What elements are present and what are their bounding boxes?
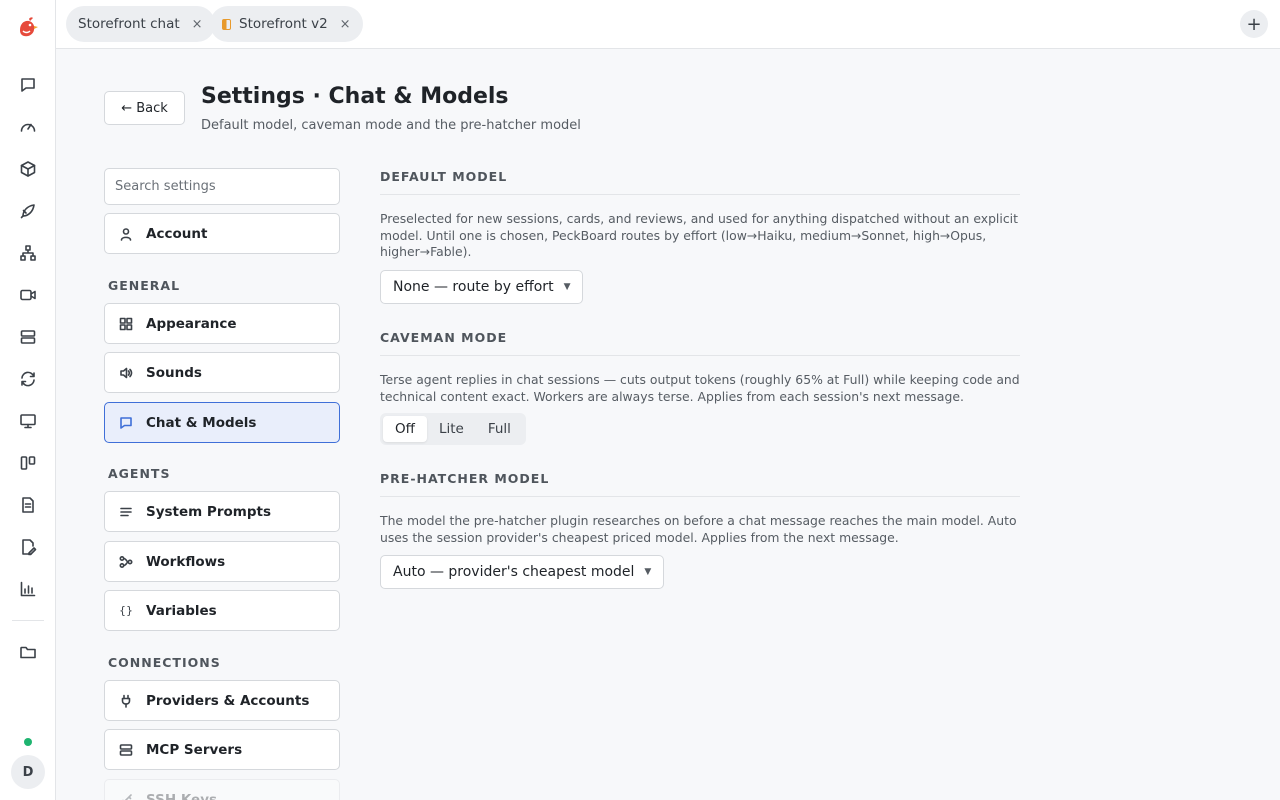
close-icon[interactable]: × — [192, 17, 203, 32]
server-icon — [119, 743, 133, 757]
nav-item-system-prompts[interactable]: System Prompts — [104, 491, 340, 532]
workflow-icon — [119, 555, 133, 569]
section-heading: DEFAULT MODEL — [380, 169, 1020, 195]
section-heading: PRE-HATCHER MODEL — [380, 471, 1020, 497]
tab-label: Storefront v2 — [239, 16, 328, 32]
section-description: The model the pre-hatcher plugin researc… — [380, 513, 1017, 545]
video-icon[interactable] — [14, 281, 42, 309]
app-logo-icon[interactable] — [14, 14, 42, 42]
online-status-indicator — [24, 738, 32, 746]
avatar[interactable]: D — [11, 755, 45, 789]
chat-bubble-icon — [119, 416, 133, 430]
icon-rail: D — [0, 0, 56, 800]
nav-item-variables[interactable]: {} Variables — [104, 590, 340, 631]
nav-item-label: Chat & Models — [146, 414, 257, 431]
tab-bar: Storefront chat × Storefront v2 × + — [56, 0, 1280, 49]
sync-icon[interactable] — [14, 365, 42, 393]
nav-section-general: GENERAL — [108, 278, 181, 293]
nav-section-connections: CONNECTIONS — [108, 655, 221, 670]
section-heading: CAVEMAN MODE — [380, 330, 1020, 356]
plug-icon — [119, 694, 133, 708]
pre-hatcher-model-select[interactable]: Auto — provider's cheapest model ▼ — [380, 555, 665, 589]
chat-icon[interactable] — [14, 71, 42, 99]
nav-item-label: MCP Servers — [146, 741, 243, 758]
nav-item-mcp-servers[interactable]: MCP Servers — [104, 729, 340, 770]
nav-item-label: Appearance — [146, 315, 237, 332]
nav-item-workflows[interactable]: Workflows — [104, 541, 340, 582]
caveman-option-off[interactable]: Off — [383, 416, 427, 442]
close-icon[interactable]: × — [340, 17, 351, 32]
pre-hatcher-section: PRE-HATCHER MODEL The model the pre-hatc… — [380, 471, 1020, 589]
nav-item-ssh-keys[interactable]: SSH Keys — [104, 779, 340, 800]
package-icon[interactable] — [14, 155, 42, 183]
caveman-mode-section: CAVEMAN MODE Terse agent replies in chat… — [380, 330, 1020, 445]
bar-chart-icon[interactable] — [14, 575, 42, 603]
rocket-icon[interactable] — [14, 197, 42, 225]
nav-item-label: System Prompts — [146, 503, 271, 520]
split-view-icon — [222, 18, 231, 30]
server-icon[interactable] — [14, 323, 42, 351]
section-description: Preselected for new sessions, cards, and… — [380, 211, 1018, 259]
nav-item-chat-models[interactable]: Chat & Models — [104, 402, 340, 443]
page-title: Settings · Chat & Models — [201, 84, 509, 109]
nav-item-providers[interactable]: Providers & Accounts — [104, 680, 340, 721]
grid-icon — [119, 317, 133, 331]
folder-icon[interactable] — [14, 638, 42, 666]
nav-item-label: Sounds — [146, 364, 202, 381]
board-icon[interactable] — [14, 449, 42, 477]
nav-item-label: Workflows — [146, 553, 226, 570]
new-tab-button[interactable]: + — [1240, 10, 1268, 38]
back-button[interactable]: ← Back — [104, 91, 185, 125]
braces-icon: {} — [119, 604, 133, 617]
document-icon[interactable] — [14, 491, 42, 519]
monitor-icon[interactable] — [14, 407, 42, 435]
tab-storefront-v2[interactable]: Storefront v2 × — [210, 6, 363, 42]
default-model-select[interactable]: None — route by effort ▼ — [380, 269, 584, 304]
tab-storefront-chat[interactable]: Storefront chat × — [66, 6, 215, 42]
speaker-icon — [119, 366, 133, 380]
nav-item-appearance[interactable]: Appearance — [104, 303, 340, 344]
nav-item-label: SSH Keys — [146, 791, 218, 800]
search-input[interactable] — [104, 168, 340, 205]
section-description: Terse agent replies in chat sessions — c… — [380, 372, 1020, 404]
user-icon — [119, 227, 133, 241]
nav-item-sounds[interactable]: Sounds — [104, 352, 340, 393]
caveman-option-full[interactable]: Full — [476, 416, 523, 442]
tab-label: Storefront chat — [78, 16, 180, 32]
lines-icon — [119, 505, 133, 519]
page-subtitle: Default model, caveman mode and the pre-… — [201, 118, 581, 133]
dashboard-icon[interactable] — [14, 113, 42, 141]
key-icon — [119, 793, 133, 800]
nav-item-label: Account — [146, 225, 208, 242]
default-model-section: DEFAULT MODEL Preselected for new sessio… — [380, 169, 1020, 304]
select-value: None — route by effort — [393, 278, 554, 295]
hierarchy-icon[interactable] — [14, 239, 42, 267]
select-value: Auto — provider's cheapest model — [393, 564, 635, 580]
caret-down-icon: ▼ — [563, 281, 571, 292]
edit-document-icon[interactable] — [14, 533, 42, 561]
nav-item-label: Variables — [146, 602, 217, 619]
rail-divider — [12, 620, 44, 621]
caveman-option-lite[interactable]: Lite — [427, 416, 476, 442]
caveman-mode-toggle: Off Lite Full — [380, 413, 526, 445]
nav-item-account[interactable]: Account — [104, 213, 340, 254]
nav-section-agents: AGENTS — [108, 466, 171, 481]
caret-down-icon: ▼ — [644, 567, 652, 577]
nav-item-label: Providers & Accounts — [146, 692, 310, 709]
